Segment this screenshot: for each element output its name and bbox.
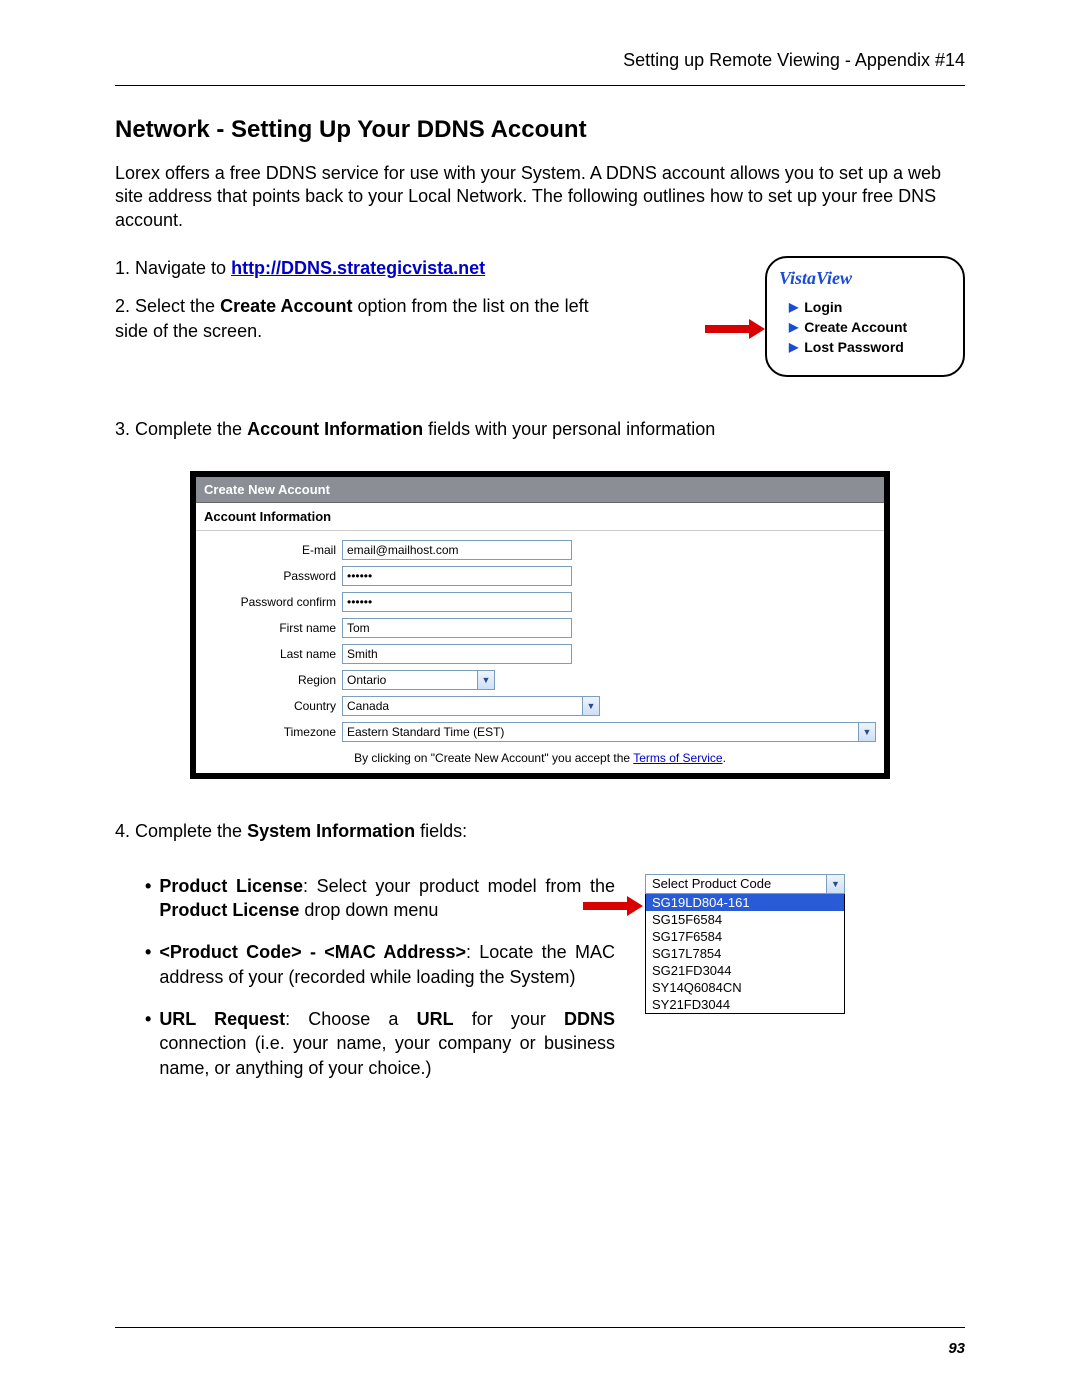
label-password-confirm: Password confirm [204,595,342,609]
red-arrow-icon [583,896,643,916]
section-title: Network - Setting Up Your DDNS Account [115,116,965,144]
step-3-text-a: 3. Complete the [115,419,247,439]
step-3: 3. Complete the Account Information fiel… [115,417,965,441]
step-4: 4. Complete the System Information field… [115,819,965,843]
ddns-link[interactable]: http://DDNS.strategicvista.net [231,258,485,278]
triangle-bullet-icon: ▶ [789,320,798,334]
product-code-option[interactable]: SG15F6584 [646,911,844,928]
label-country: Country [204,699,342,713]
step-3-bold: Account Information [247,419,423,439]
product-code-select[interactable]: Select Product Code ▼ [645,874,845,894]
chevron-down-icon: ▼ [858,722,876,742]
product-code-option[interactable]: SG19LD804-161 [646,894,844,911]
page-footer: 93 [115,1327,965,1357]
label-email: E-mail [204,543,342,557]
bullet-url-request: • URL Request: Choose a URL for your DDN… [145,1007,615,1080]
product-code-option[interactable]: SG21FD3044 [646,962,844,979]
create-account-form: Create New Account Account Information E… [190,471,890,779]
step-1: 1. Navigate to http://DDNS.strategicvist… [115,256,745,280]
label-last-name: Last name [204,647,342,661]
label-first-name: First name [204,621,342,635]
triangle-bullet-icon: ▶ [789,340,798,354]
country-select[interactable]: Canada▼ [342,696,600,716]
label-region: Region [204,673,342,687]
region-select[interactable]: Ontario▼ [342,670,495,690]
chevron-down-icon: ▼ [826,875,844,893]
vistaview-item-login[interactable]: ▶Login [779,297,951,317]
product-code-option[interactable]: SG17L7854 [646,945,844,962]
top-divider [115,85,965,86]
step-1-text: 1. Navigate to [115,258,231,278]
chevron-down-icon: ▼ [582,696,600,716]
password-confirm-field[interactable]: •••••• [342,592,572,612]
step-4-bold: System Information [247,821,415,841]
product-code-options: SG19LD804-161 SG15F6584 SG17F6584 SG17L7… [645,894,845,1014]
vistaview-title: VistaView [779,268,951,289]
vistaview-item-lost-password[interactable]: ▶Lost Password [779,337,951,357]
form-subheader: Account Information [196,503,884,531]
vistaview-box: VistaView ▶Login ▶Create Account ▶Lost P… [765,256,965,377]
bullet-list: • Product License: Select your product m… [145,874,615,1098]
triangle-bullet-icon: ▶ [789,300,798,314]
page-header: Setting up Remote Viewing - Appendix #14 [115,50,965,71]
bottom-divider [115,1327,965,1328]
password-field[interactable]: •••••• [342,566,572,586]
step-2-text-a: 2. Select the [115,296,220,316]
tos-link[interactable]: Terms of Service [633,751,722,765]
last-name-field[interactable]: Smith [342,644,572,664]
timezone-select[interactable]: Eastern Standard Time (EST)▼ [342,722,876,742]
vistaview-item-create-account[interactable]: ▶Create Account [779,317,951,337]
bullet-product-license: • Product License: Select your product m… [145,874,615,923]
product-code-option[interactable]: SY14Q6084CN [646,979,844,996]
page-number: 93 [115,1340,965,1357]
step-2-bold: Create Account [220,296,352,316]
product-code-option[interactable]: SY21FD3044 [646,996,844,1013]
red-arrow-icon [705,319,765,339]
step-3-text-c: fields with your personal information [423,419,715,439]
label-password: Password [204,569,342,583]
bullet-mac-address: • <Product Code> - <MAC Address>: Locate… [145,940,615,989]
email-field[interactable]: email@mailhost.com [342,540,572,560]
step-2: 2. Select the Create Account option from… [115,294,615,343]
label-timezone: Timezone [204,725,342,739]
form-header: Create New Account [196,477,884,503]
tos-text: By clicking on "Create New Account" you … [196,745,884,767]
product-code-dropdown: Select Product Code ▼ SG19LD804-161 SG15… [645,874,845,1014]
product-code-option[interactable]: SG17F6584 [646,928,844,945]
chevron-down-icon: ▼ [477,670,495,690]
intro-paragraph: Lorex offers a free DDNS service for use… [115,162,965,232]
first-name-field[interactable]: Tom [342,618,572,638]
